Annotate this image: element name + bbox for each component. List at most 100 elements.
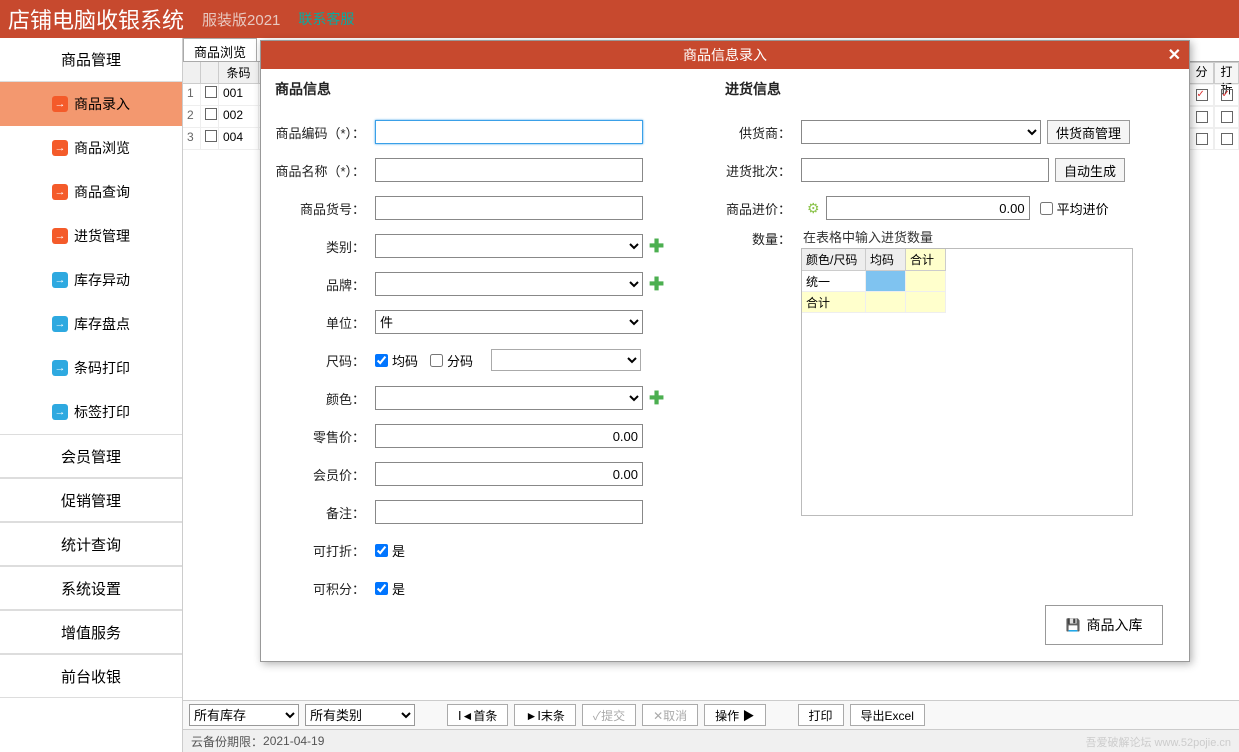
arrow-right-icon: → [52, 272, 68, 288]
color-select[interactable] [375, 386, 643, 410]
arrow-right-icon: → [52, 404, 68, 420]
sidebar-item-product-entry[interactable]: → 商品录入 [0, 82, 182, 126]
sidebar-group-pos[interactable]: 前台收银 [0, 654, 182, 698]
submit-button[interactable]: 商品入库 [1045, 605, 1163, 645]
sidebar-item-product-browse[interactable]: → 商品浏览 [0, 126, 182, 170]
checkbox[interactable] [1221, 89, 1233, 101]
gear-icon[interactable]: ⚙ [807, 200, 820, 217]
points-yes: 是 [392, 579, 405, 598]
col-check [201, 62, 219, 83]
sidebar-item-label-print[interactable]: → 标签打印 [0, 390, 182, 434]
arrow-right-icon: → [52, 96, 68, 112]
checkbox[interactable] [1196, 133, 1208, 145]
checkbox[interactable] [1196, 89, 1208, 101]
avg-cost-checkbox[interactable] [1040, 202, 1053, 215]
qty-row-uniform: 统一 [802, 271, 866, 291]
status-bar: 云备份期限： 2021-04-19 吾爱破解论坛 www.52pojie.cn [183, 730, 1239, 752]
label-qty: 数量： [725, 227, 801, 248]
app-title: 店铺电脑收银系统 [8, 3, 184, 35]
sidebar-group-stats[interactable]: 统计查询 [0, 522, 182, 566]
points-checkbox[interactable] [375, 582, 388, 595]
label-size: 尺码： [275, 351, 375, 370]
arrow-right-icon: → [52, 360, 68, 376]
status-label: 云备份期限： [191, 733, 263, 750]
unit-select[interactable]: 件 [375, 310, 643, 334]
product-sku-input[interactable] [375, 196, 643, 220]
batch-input[interactable] [801, 158, 1049, 182]
row-checkbox[interactable] [205, 108, 217, 120]
bottom-toolbar: 所有库存 所有类别 ꓲ◄首条 ►ꓲ末条 ✓提交 ✕取消 操作 ▶ 打印 导出Ex… [183, 700, 1239, 730]
sidebar-item-barcode-print[interactable]: → 条码打印 [0, 346, 182, 390]
product-code-input[interactable] [375, 120, 643, 144]
watermark: 吾爱破解论坛 www.52pojie.cn [1086, 734, 1232, 750]
modal-title: 商品信息录入 [683, 45, 767, 65]
section-title-purchase: 进货信息 [725, 79, 1175, 99]
sidebar-item-product-search[interactable]: → 商品查询 [0, 170, 182, 214]
qty-grid[interactable]: 颜色/尺码 均码 合计 统一 合计 [801, 248, 1133, 516]
arrow-right-icon: → [52, 184, 68, 200]
stock-filter-select[interactable]: 所有库存 [189, 704, 299, 726]
tab-browse[interactable]: 商品浏览 [183, 38, 257, 61]
qty-cell[interactable] [866, 271, 906, 291]
add-color-icon[interactable]: ✚ [649, 388, 664, 409]
category-select[interactable] [375, 234, 643, 258]
sidebar-label: 条码打印 [74, 358, 130, 378]
checkbox[interactable] [1221, 133, 1233, 145]
label-name: 商品名称（*）： [275, 161, 375, 180]
label-remark: 备注： [275, 503, 375, 522]
avg-cost-label: 平均进价 [1057, 199, 1109, 218]
row-checkbox[interactable] [205, 86, 217, 98]
sidebar-group-member[interactable]: 会员管理 [0, 434, 182, 478]
product-entry-modal: 商品信息录入 ✕ 商品信息 商品编码（*）： 商品名称（*）： 商品货号： 类别… [260, 40, 1190, 662]
sidebar-group-promo[interactable]: 促销管理 [0, 478, 182, 522]
split-size-checkbox[interactable] [430, 354, 443, 367]
sidebar-group-settings[interactable]: 系统设置 [0, 566, 182, 610]
category-filter-select[interactable]: 所有类别 [305, 704, 415, 726]
label-member: 会员价： [275, 465, 375, 484]
sidebar-label: 商品录入 [74, 94, 130, 114]
label-unit: 单位： [275, 313, 375, 332]
remark-input[interactable] [375, 500, 643, 524]
print-button[interactable]: 打印 [798, 704, 844, 726]
sidebar-item-stock-move[interactable]: → 库存异动 [0, 258, 182, 302]
product-name-input[interactable] [375, 158, 643, 182]
member-price-input[interactable] [375, 462, 643, 486]
export-button[interactable]: 导出Excel [850, 704, 925, 726]
arrow-right-icon: → [52, 228, 68, 244]
purchase-info-section: 进货信息 供货商： 供货商管理 进货批次： 自动生成 商品进价： ⚙ 平均进价 … [725, 79, 1175, 651]
sidebar-group-vas[interactable]: 增值服务 [0, 610, 182, 654]
brand-select[interactable] [375, 272, 643, 296]
size-select[interactable] [491, 349, 641, 371]
cancel-button[interactable]: ✕取消 [642, 704, 698, 726]
sidebar-item-purchase[interactable]: → 进货管理 [0, 214, 182, 258]
label-category: 类别： [275, 237, 375, 256]
discount-yes: 是 [392, 541, 405, 560]
retail-price-input[interactable] [375, 424, 643, 448]
cost-input[interactable] [826, 196, 1030, 220]
sidebar-item-stock-count[interactable]: → 库存盘点 [0, 302, 182, 346]
sidebar-group-product[interactable]: 商品管理 [0, 38, 182, 82]
supplier-select[interactable] [801, 120, 1041, 144]
first-button[interactable]: ꓲ◄首条 [447, 704, 508, 726]
checkbox[interactable] [1221, 111, 1233, 123]
auto-gen-button[interactable]: 自动生成 [1055, 158, 1125, 182]
add-category-icon[interactable]: ✚ [649, 236, 664, 257]
commit-button[interactable]: ✓提交 [582, 704, 636, 726]
supplier-mgmt-button[interactable]: 供货商管理 [1047, 120, 1130, 144]
operate-button[interactable]: 操作 ▶ [704, 704, 765, 726]
sidebar-label: 库存异动 [74, 270, 130, 290]
contact-link[interactable]: 联系客服 [298, 9, 354, 29]
arrow-right-icon: → [52, 140, 68, 156]
last-button[interactable]: ►ꓲ末条 [514, 704, 575, 726]
discount-checkbox[interactable] [375, 544, 388, 557]
checkbox[interactable] [1196, 111, 1208, 123]
label-batch: 进货批次： [725, 161, 801, 180]
uniform-size-checkbox[interactable] [375, 354, 388, 367]
add-brand-icon[interactable]: ✚ [649, 274, 664, 295]
label-color: 颜色： [275, 389, 375, 408]
col-discount: 打折 [1214, 62, 1239, 84]
label-sku: 商品货号： [275, 199, 375, 218]
right-columns: 分 打折 [1189, 62, 1239, 150]
row-checkbox[interactable] [205, 130, 217, 142]
close-icon[interactable]: ✕ [1168, 45, 1181, 65]
